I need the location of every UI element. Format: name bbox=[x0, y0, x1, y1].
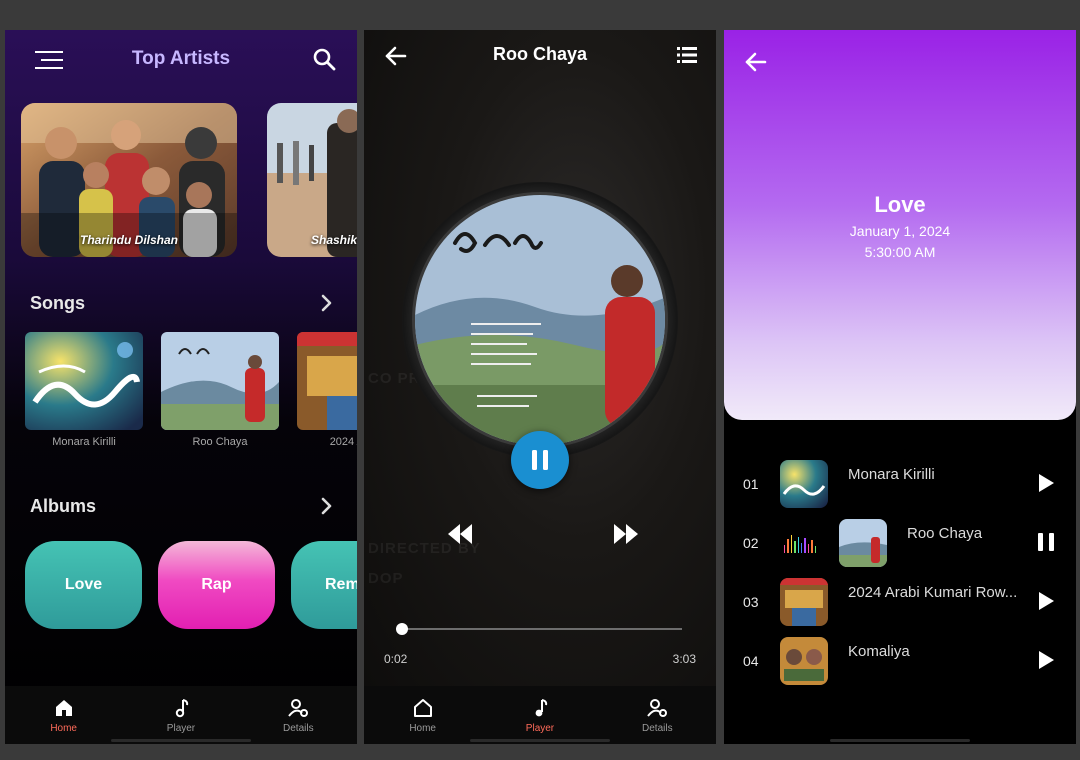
bottom-nav: Home Player Details bbox=[364, 686, 716, 744]
artist-card[interactable]: Tharindu Dilshan bbox=[21, 103, 237, 257]
nav-home-label: Home bbox=[50, 722, 77, 734]
song-card[interactable]: 2024 Arabi bbox=[297, 332, 357, 448]
current-time: 0:02 bbox=[384, 652, 408, 666]
seek-bar[interactable] bbox=[402, 628, 682, 630]
nav-home[interactable]: Home bbox=[378, 697, 468, 734]
album-date: January 1, 2024 bbox=[849, 223, 951, 239]
play-icon[interactable] bbox=[1036, 472, 1056, 494]
home-indicator bbox=[830, 739, 970, 742]
nav-details-label: Details bbox=[283, 722, 314, 734]
track-title: 2024 Arabi Kumari Row... bbox=[848, 584, 1018, 601]
total-time: 3:03 bbox=[672, 652, 696, 666]
track-title: Komaliya bbox=[848, 643, 910, 660]
track-row[interactable]: 03 2024 Arabi Kumari Row... bbox=[724, 576, 1076, 628]
track-title: Roo Chaya bbox=[907, 525, 983, 542]
bottom-nav: Home Player Details bbox=[5, 686, 357, 744]
chevron-right-icon[interactable] bbox=[315, 495, 337, 517]
song-name: Monara Kirilli bbox=[52, 436, 116, 448]
track-thumbnail bbox=[780, 578, 828, 626]
user-details-icon bbox=[647, 698, 668, 717]
back-arrow-icon[interactable] bbox=[744, 50, 768, 74]
album-hero: Love January 1, 2024 5:30:00 AM bbox=[724, 30, 1076, 420]
track-number: 01 bbox=[743, 476, 759, 492]
song-title: Roo Chaya bbox=[492, 44, 588, 64]
track-number: 03 bbox=[743, 594, 759, 610]
fast-forward-icon[interactable] bbox=[612, 522, 640, 546]
nav-home-label: Home bbox=[409, 722, 436, 734]
pause-icon[interactable] bbox=[1036, 531, 1056, 553]
pause-button[interactable] bbox=[511, 431, 569, 489]
nav-player[interactable]: Player bbox=[136, 697, 226, 734]
track-row[interactable]: 02 Roo Chaya bbox=[724, 517, 1076, 569]
page-title: Top Artists bbox=[131, 48, 231, 69]
home-screen: Top Artists Tharindu Dilshan Shashik Son… bbox=[5, 30, 357, 744]
song-cover bbox=[25, 332, 143, 430]
player-screen: CO PRODUCER DIRECTED BY DOP Roo Chaya bbox=[364, 30, 716, 744]
album-rem[interactable]: Rem bbox=[291, 541, 357, 629]
albums-section-title: Albums bbox=[30, 496, 97, 516]
nav-home[interactable]: Home bbox=[19, 697, 109, 734]
home-icon bbox=[413, 698, 432, 717]
nav-player-label: Player bbox=[166, 722, 196, 734]
song-cover bbox=[297, 332, 357, 430]
song-card[interactable]: Roo Chaya bbox=[161, 332, 279, 448]
track-number: 02 bbox=[743, 535, 759, 551]
track-title: Monara Kirilli bbox=[848, 466, 935, 483]
track-number: 04 bbox=[743, 653, 759, 669]
details-screen: Love January 1, 2024 5:30:00 AM 01 Monar… bbox=[724, 30, 1076, 744]
album-love[interactable]: Love bbox=[25, 541, 142, 629]
artist-name: Tharindu Dilshan bbox=[79, 233, 178, 247]
home-icon bbox=[55, 699, 72, 716]
nav-player-label: Player bbox=[525, 722, 555, 734]
nav-details-label: Details bbox=[642, 722, 673, 734]
search-icon[interactable] bbox=[311, 46, 337, 72]
pause-icon bbox=[532, 450, 548, 470]
track-thumbnail bbox=[839, 519, 887, 567]
home-indicator bbox=[470, 739, 610, 742]
album-time: 5:30:00 AM bbox=[864, 244, 936, 260]
user-details-icon bbox=[288, 698, 309, 717]
artist-carousel[interactable]: Tharindu Dilshan Shashik bbox=[21, 103, 357, 257]
artist-card[interactable]: Shashik bbox=[267, 103, 357, 257]
music-note-icon bbox=[175, 698, 189, 717]
queue-list-icon[interactable] bbox=[676, 44, 698, 66]
background-decor: DOP bbox=[368, 570, 404, 587]
album-title: Love bbox=[874, 192, 926, 217]
play-icon[interactable] bbox=[1036, 590, 1056, 612]
track-row[interactable]: 04 Komaliya bbox=[724, 635, 1076, 687]
artist-name: Shashik bbox=[311, 233, 357, 247]
music-note-icon bbox=[535, 698, 548, 716]
track-thumbnail bbox=[780, 460, 828, 508]
nav-details[interactable]: Details bbox=[253, 697, 343, 734]
player-header: Roo Chaya bbox=[364, 42, 716, 72]
track-row[interactable]: 01 Monara Kirilli bbox=[724, 458, 1076, 510]
track-thumbnail bbox=[780, 637, 828, 685]
seek-thumb[interactable] bbox=[396, 623, 408, 635]
song-name: Roo Chaya bbox=[192, 436, 248, 448]
home-indicator bbox=[111, 739, 251, 742]
song-card[interactable]: Monara Kirilli bbox=[25, 332, 143, 448]
album-rap[interactable]: Rap bbox=[158, 541, 275, 629]
songs-list: Monara Kirilli Roo Chaya 2024 bbox=[25, 332, 357, 448]
home-header: Top Artists bbox=[5, 44, 357, 76]
nav-details[interactable]: Details bbox=[612, 697, 702, 734]
rewind-icon[interactable] bbox=[446, 522, 474, 546]
nav-player[interactable]: Player bbox=[495, 697, 585, 734]
song-name: 2024 Arabi bbox=[329, 436, 357, 448]
album-art-disc bbox=[412, 192, 668, 448]
songs-section-title: Songs bbox=[30, 293, 86, 313]
equalizer-icon bbox=[784, 533, 817, 553]
play-icon[interactable] bbox=[1036, 649, 1056, 671]
chevron-right-icon[interactable] bbox=[315, 292, 337, 314]
song-cover bbox=[161, 332, 279, 430]
albums-list: Love Rap Rem bbox=[25, 541, 357, 629]
